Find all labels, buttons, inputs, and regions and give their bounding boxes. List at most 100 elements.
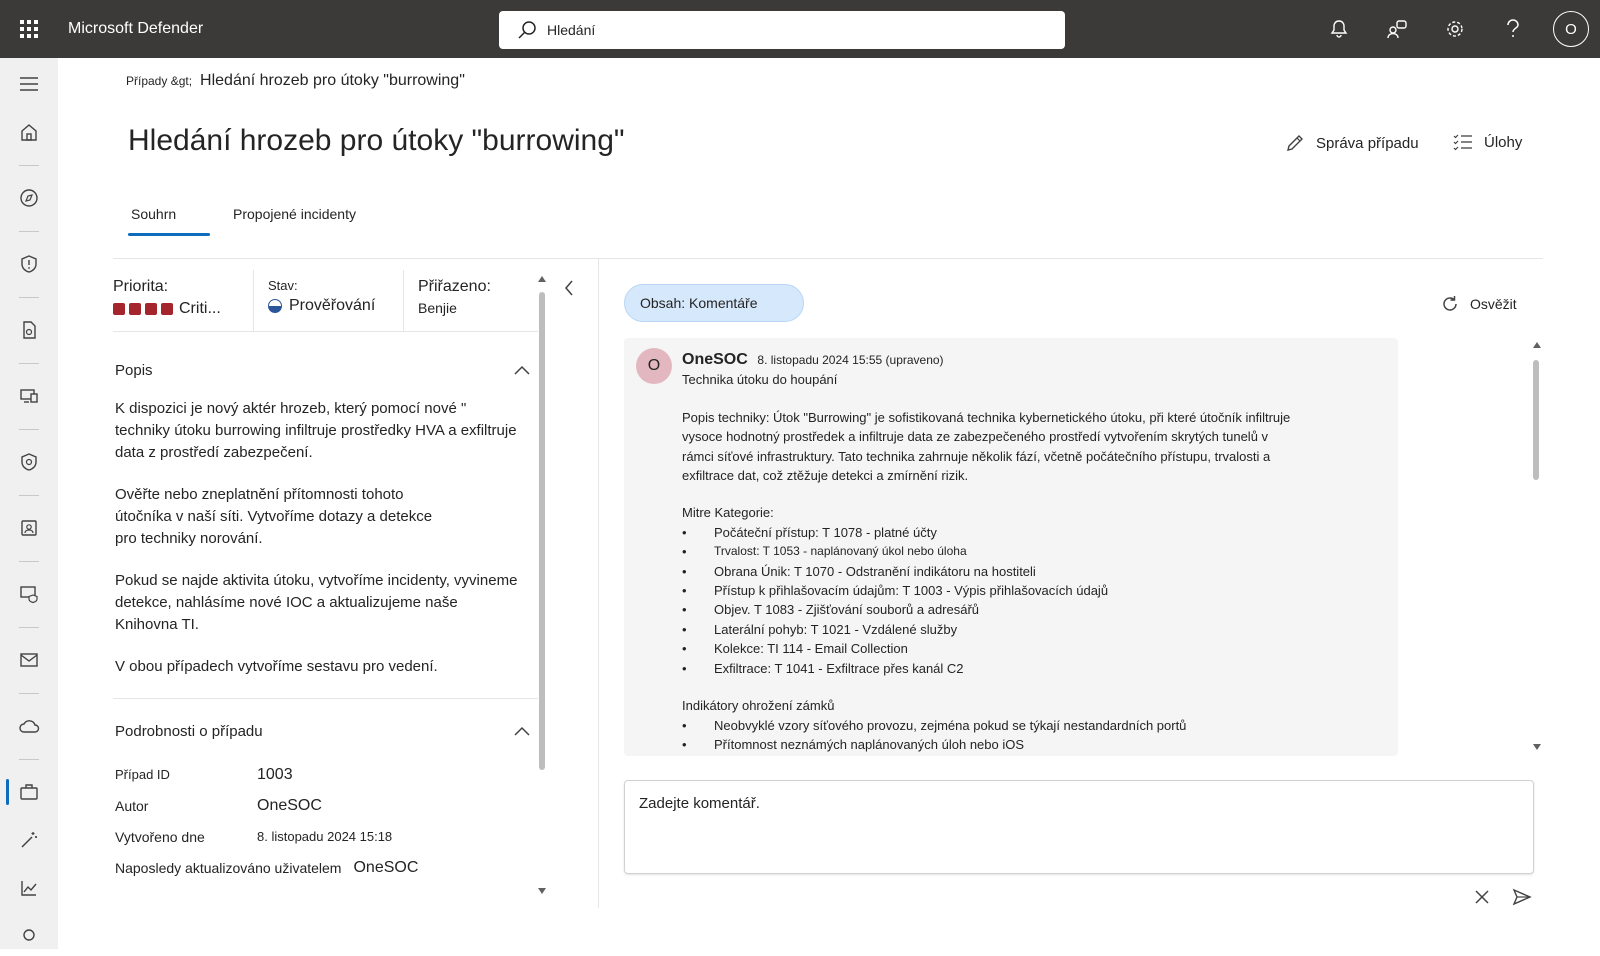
nav-cloud-apps[interactable] <box>0 706 58 746</box>
menu-toggle-button[interactable] <box>0 64 58 104</box>
send-comment-button[interactable] <box>1502 882 1542 912</box>
chevron-up-icon[interactable] <box>514 726 530 736</box>
nav-users[interactable] <box>0 508 58 548</box>
bullet: • <box>682 583 687 599</box>
nav-incidents[interactable] <box>0 244 58 284</box>
bullet: • <box>682 544 687 560</box>
list-item: • Neobvyklé vzory síťového provozu, zejmé… <box>682 716 1382 735</box>
scroll-up-arrow-icon[interactable] <box>538 276 546 282</box>
nav-cases[interactable] <box>0 772 58 812</box>
nav-endpoints[interactable] <box>0 376 58 416</box>
details-row: Případ ID 1003 <box>113 759 538 790</box>
magic-wand-icon <box>21 832 37 848</box>
details-value: 1003 <box>257 765 293 783</box>
comment-author: OneSOC <box>682 351 748 368</box>
bullet: • <box>682 621 687 637</box>
scroll-down-arrow-icon[interactable] <box>1533 744 1541 750</box>
priority-value: Criti... <box>113 300 237 318</box>
case-details-header: Podrobnosti o případu <box>115 722 263 740</box>
case-details-section-header[interactable]: Podrobnosti o případu <box>113 703 538 759</box>
tab-summary[interactable]: Souhrn <box>128 200 210 236</box>
nav-home[interactable] <box>0 112 58 152</box>
status-value: Prověřování <box>268 297 387 315</box>
settings-button[interactable] <box>1426 0 1484 58</box>
priority-text: Criti... <box>179 300 221 317</box>
home-icon <box>21 124 37 141</box>
assigned-field: Přiřazeno: Benjie <box>403 270 507 331</box>
document-gear-icon <box>23 321 36 339</box>
breadcrumb-cases-link[interactable]: Případy &gt; <box>126 74 192 88</box>
pencil-icon <box>1287 135 1303 151</box>
nav-assets[interactable] <box>0 310 58 350</box>
comment-title-line: Technika útoku do houpání <box>682 372 838 388</box>
mitre-item: Trvalost: T 1053 - naplánovaný úkol nebo… <box>714 544 967 559</box>
people-icon <box>1387 20 1407 39</box>
avatar: O <box>1553 11 1589 47</box>
briefcase-icon <box>20 784 38 800</box>
left-panel-scrollbar[interactable] <box>536 276 548 894</box>
close-icon <box>1475 890 1489 904</box>
details-key: Autor <box>115 797 149 814</box>
search-icon <box>518 21 536 39</box>
scroll-down-arrow-icon[interactable] <box>538 888 546 894</box>
help-button[interactable] <box>1484 0 1542 58</box>
scroll-up-arrow-icon[interactable] <box>1533 342 1541 348</box>
devices-icon <box>20 389 38 403</box>
collapse-panel-button[interactable] <box>559 276 579 300</box>
tab-linked-incidents[interactable]: Propojené incidenty <box>230 200 359 236</box>
task-list-icon <box>1453 134 1472 151</box>
notifications-button[interactable] <box>1310 0 1368 58</box>
refresh-button[interactable]: Osvěžit <box>1440 294 1517 314</box>
cloud-icon <box>19 720 40 733</box>
discard-comment-button[interactable] <box>1462 882 1502 912</box>
nav-email[interactable] <box>0 640 58 680</box>
scrollbar-thumb[interactable] <box>1533 360 1539 480</box>
tasks-button[interactable]: Úlohy <box>1452 132 1522 152</box>
scrollbar-thumb[interactable] <box>539 292 545 770</box>
comments-scrollbar[interactable] <box>1531 342 1541 750</box>
comment-input[interactable] <box>625 781 1533 873</box>
comment-card: O OneSOC 8. listopadu 2024 15:55 (uprave… <box>624 338 1398 756</box>
app-launcher-button[interactable] <box>0 0 58 58</box>
comment-input-box[interactable] <box>624 780 1534 874</box>
details-key: Vytvořeno dne <box>115 828 205 845</box>
nav-copilot[interactable] <box>0 820 58 860</box>
bullet: • <box>682 524 687 540</box>
bullet: • <box>682 660 687 676</box>
severity-square <box>145 303 157 315</box>
search-input[interactable] <box>547 22 1027 38</box>
status-text: Prověřování <box>289 297 376 314</box>
list-item: • Kolekce: TI 114 - Email Collection <box>682 639 1382 658</box>
top-bar: Microsoft Defender O <box>0 0 1600 58</box>
search-box[interactable] <box>499 11 1065 49</box>
manage-case-button[interactable]: Správa případu <box>1284 132 1419 154</box>
bell-icon <box>1330 20 1348 38</box>
list-item: • Exfiltrace: T 1041 - Exfiltrace přes ka… <box>682 659 1382 678</box>
description-section-header[interactable]: Popis <box>113 342 538 398</box>
severity-square <box>161 303 173 315</box>
nav-exposure[interactable] <box>0 178 58 218</box>
nav-more[interactable] <box>0 916 58 956</box>
mitre-item: Laterální pohyb: T 1021 - Vzdálené služb… <box>714 621 958 637</box>
nav-identities[interactable] <box>0 442 58 482</box>
bullet: • <box>682 717 687 733</box>
nav-reports[interactable] <box>0 868 58 908</box>
content-filter-pill[interactable]: Obsah: Komentáře <box>624 284 804 322</box>
mitre-item: Exfiltrace: T 1041 - Exfiltrace přes kan… <box>714 660 964 676</box>
mail-icon <box>20 653 38 667</box>
details-value: OneSOC <box>353 858 419 876</box>
details-value: OneSOC <box>257 796 322 814</box>
tab-bar: Souhrn Propojené incidenty <box>128 200 379 236</box>
list-item: • Přítomnost neznámých naplánovaných úloh… <box>682 735 1382 754</box>
chevron-up-icon[interactable] <box>514 365 530 375</box>
page-title: Hledání hrozeb pro útoky "burrowing" <box>128 124 625 157</box>
account-button[interactable]: O <box>1542 0 1600 58</box>
status-field: Stav: Prověřování <box>253 270 403 331</box>
details-key: Případ ID <box>115 767 170 782</box>
nav-vulnerability[interactable] <box>0 574 58 614</box>
bullet: • <box>682 602 687 618</box>
bullet: • <box>682 563 687 579</box>
refresh-icon <box>1443 296 1457 311</box>
community-button[interactable] <box>1368 0 1426 58</box>
app-title[interactable]: Microsoft Defender <box>68 20 492 38</box>
